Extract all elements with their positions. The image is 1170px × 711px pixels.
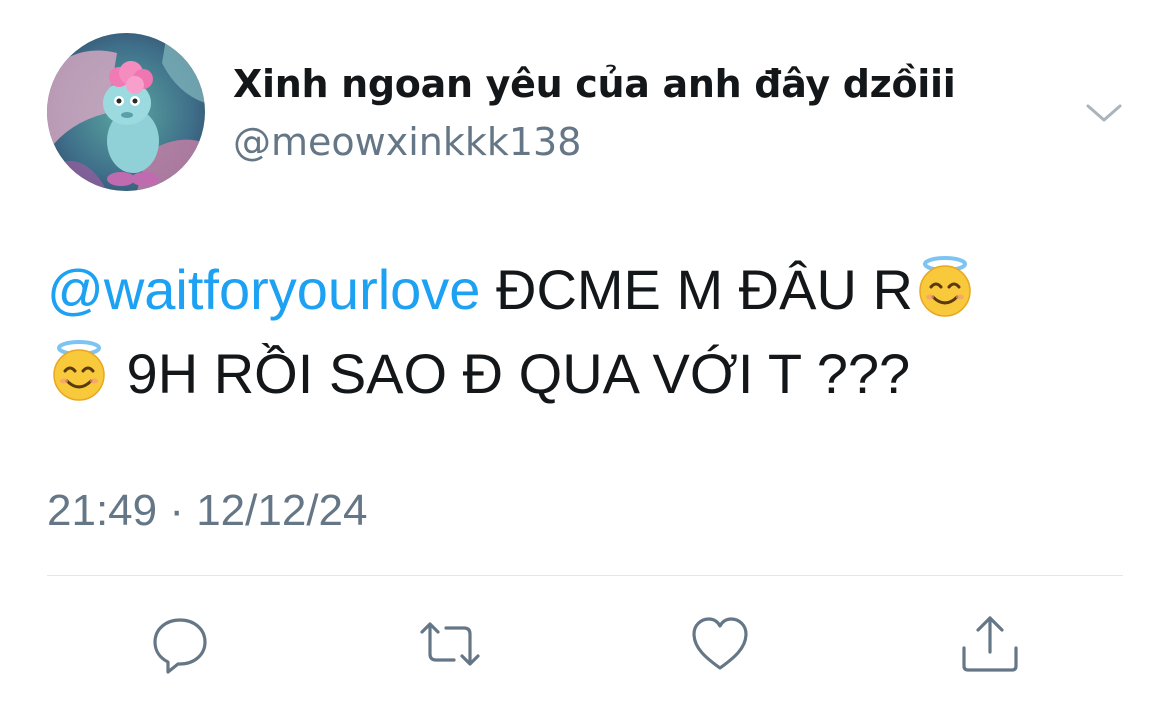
tweet-text-part2: 9H RỒI SAO Đ QUA VỚI T ??? <box>111 342 911 405</box>
tweet-text-part1: ĐCME M ĐÂU R <box>480 258 913 321</box>
display-name[interactable]: Xinh ngoan yêu của anh đây dzồiii <box>233 62 956 106</box>
smiling-face-with-halo-emoji-icon <box>47 339 111 403</box>
mention-link[interactable]: @waitforyourlove <box>47 258 480 321</box>
retweet-icon[interactable] <box>418 614 482 674</box>
avatar[interactable] <box>47 33 205 191</box>
avatar-image <box>47 33 205 191</box>
reply-icon[interactable] <box>148 614 212 674</box>
heart-icon[interactable] <box>688 614 752 674</box>
user-handle[interactable]: @meowxinkkk138 <box>233 120 581 164</box>
smiling-face-with-halo-emoji-icon <box>913 255 977 319</box>
tweet-timestamp[interactable]: 21:49 · 12/12/24 <box>47 486 367 536</box>
share-icon[interactable] <box>958 614 1022 674</box>
divider <box>47 575 1123 576</box>
tweet-text: @waitforyourlove ĐCME M ĐÂU R 9H RỒI SAO… <box>47 248 1127 416</box>
chevron-down-icon[interactable] <box>1084 98 1124 126</box>
